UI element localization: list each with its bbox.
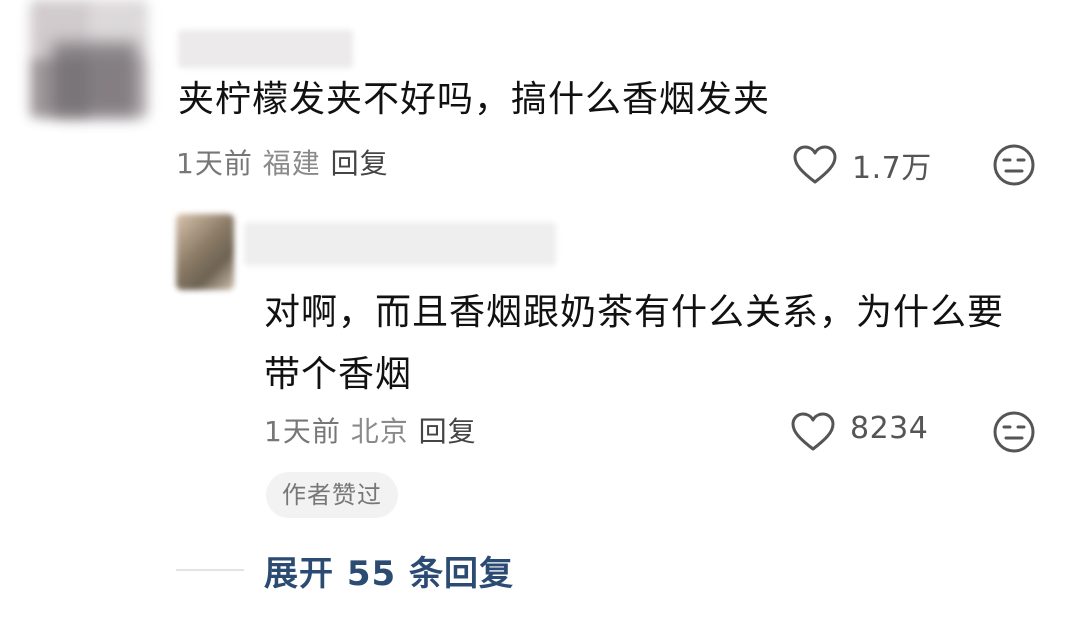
comment-text: 对啊，而且香烟跟奶茶有什么关系，为什么要带个香烟: [264, 292, 1005, 395]
expand-replies-link[interactable]: 展开 55 条回复: [264, 546, 514, 595]
heart-outline-icon: [791, 412, 835, 451]
divider: [176, 569, 244, 571]
dislike-button[interactable]: [992, 410, 1036, 454]
username-blurred[interactable]: [244, 222, 556, 266]
author-liked-badge: 作者赞过: [266, 472, 398, 518]
meh-face-icon: [993, 144, 1035, 186]
reply-button[interactable]: 回复: [419, 415, 477, 448]
like-button[interactable]: [792, 145, 838, 185]
avatar-blur-detail: [52, 42, 138, 116]
comment-text: 夹柠檬发夹不好吗，搞什么香烟发夹: [178, 79, 771, 120]
comment-location: 福建: [262, 147, 321, 180]
like-count: 8234: [850, 411, 929, 446]
username-blurred[interactable]: [178, 30, 353, 68]
comment-location: 北京: [350, 415, 409, 448]
comment-time: 1天前: [264, 415, 341, 448]
like-count: 1.7万: [852, 151, 932, 186]
reply-button[interactable]: 回复: [331, 147, 389, 180]
heart-outline-icon: [793, 145, 837, 184]
like-button[interactable]: [790, 412, 836, 452]
meh-face-icon: [993, 411, 1035, 453]
comment-time: 1天前: [176, 147, 253, 180]
dislike-button[interactable]: [992, 143, 1036, 187]
comment-meta: 1天前 福建 回复: [176, 142, 389, 182]
comment-meta: 1天前 北京 回复: [264, 410, 477, 450]
avatar[interactable]: [176, 214, 234, 290]
